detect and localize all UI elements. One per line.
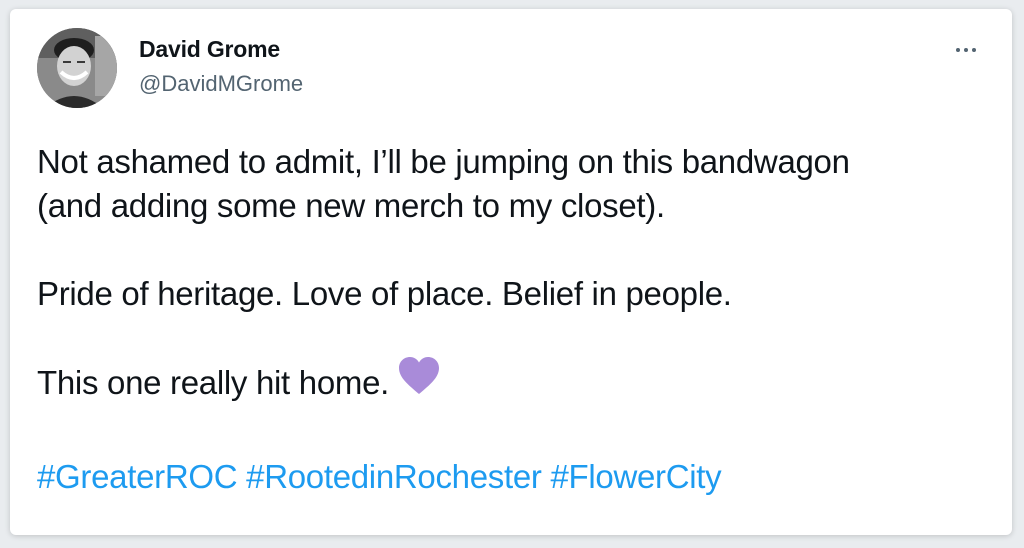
tweet-text: Not ashamed to admit, I’ll be jumping on…	[37, 140, 997, 499]
more-options-icon[interactable]	[950, 39, 982, 61]
more-dot	[972, 48, 976, 52]
more-dot	[956, 48, 960, 52]
author-display-name[interactable]: David Grome	[139, 36, 280, 63]
hashtag-line: #GreaterROC #RootedinRochester #FlowerCi…	[37, 455, 997, 499]
tweet-line: (and adding some new merch to my closet)…	[37, 187, 665, 224]
hashtag-link[interactable]: #GreaterROC	[37, 458, 238, 495]
tweet-line: Pride of heritage. Love of place. Belief…	[37, 275, 732, 312]
tweet-line: This one really hit home.	[37, 364, 390, 402]
hashtag-link[interactable]: #FlowerCity	[550, 458, 721, 495]
tweet-card: David Grome @DavidMGrome Not ashamed to …	[10, 9, 1012, 535]
author-handle[interactable]: @DavidMGrome	[139, 71, 303, 97]
tweet-line: Not ashamed to admit, I’ll be jumping on…	[37, 143, 850, 180]
author-avatar[interactable]	[37, 28, 117, 108]
more-dot	[964, 48, 968, 52]
profile-photo-icon	[37, 28, 117, 108]
tweet-line-with-emoji: This one really hit home.	[37, 357, 997, 411]
hashtag-link[interactable]: #RootedinRochester	[246, 458, 542, 495]
purple-heart-icon	[397, 356, 441, 407]
